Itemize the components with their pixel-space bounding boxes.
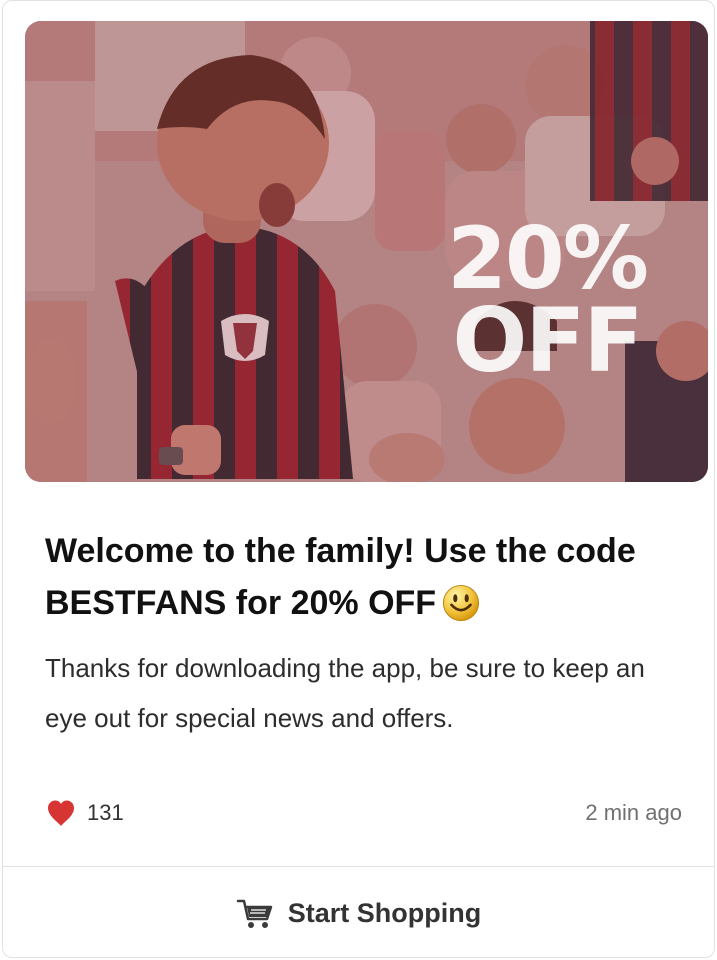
card-body: Thanks for downloading the app, be sure … (45, 653, 645, 733)
start-shopping-label: Start Shopping (287, 898, 482, 928)
promo-percent: 20% (447, 209, 649, 309)
promo-text: 20% OFF (417, 209, 677, 392)
timestamp: 2 min ago (585, 800, 682, 825)
hero-image: 20% OFF (25, 21, 708, 482)
news-card: 20% OFF Welcome to the family! Use the c… (2, 0, 715, 958)
card-title: Welcome to the family! Use the code BEST… (45, 526, 675, 628)
divider (3, 866, 714, 867)
shopping-cart-icon (236, 899, 272, 928)
smiley-face-icon (442, 584, 480, 622)
start-shopping-button[interactable]: Start Shopping (3, 868, 714, 957)
likes-button[interactable]: 131 (45, 798, 124, 828)
like-count: 131 (87, 800, 124, 825)
card-title-text: Welcome to the family! Use the code BEST… (45, 532, 636, 622)
promo-off: OFF (452, 288, 643, 392)
card-meta: 131 2 min ago (45, 795, 682, 831)
heart-icon (48, 800, 74, 826)
